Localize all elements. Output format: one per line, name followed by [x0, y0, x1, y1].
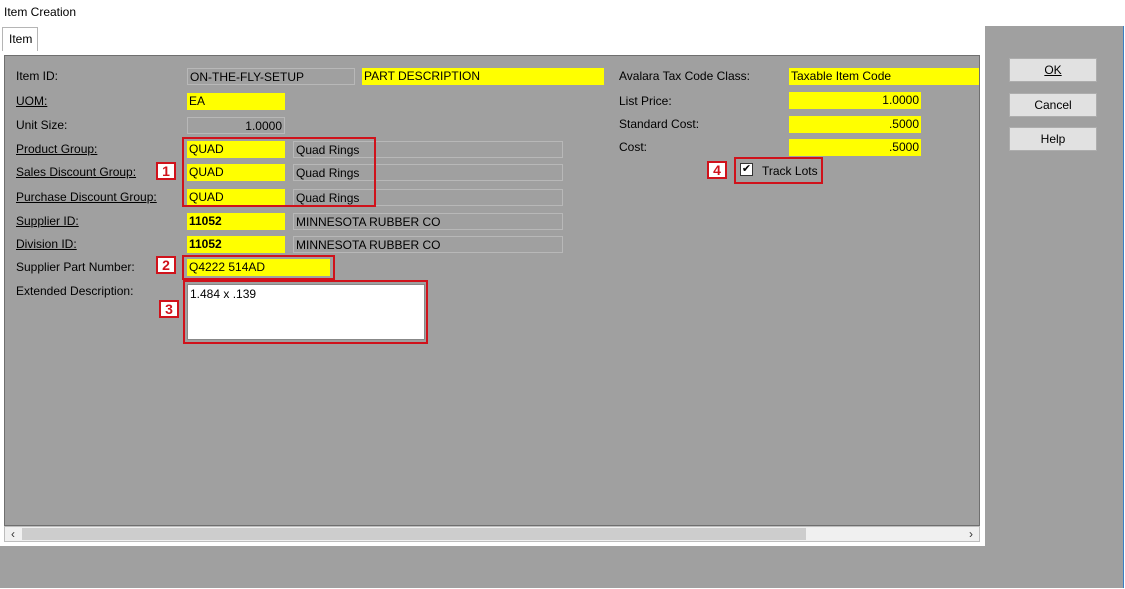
avalara-tax-code-class-label: Avalara Tax Code Class:: [619, 69, 750, 83]
callout-1: 1: [156, 162, 176, 180]
cancel-button[interactable]: Cancel: [1009, 93, 1097, 117]
avalara-tax-code-class-field[interactable]: Taxable Item Code: [789, 68, 979, 85]
purchase-discount-group-label[interactable]: Purchase Discount Group:: [16, 190, 157, 204]
horizontal-scrollbar[interactable]: ‹ ›: [4, 526, 980, 542]
division-id-label[interactable]: Division ID:: [16, 237, 77, 251]
uom-label[interactable]: UOM:: [16, 94, 47, 108]
standard-cost-label: Standard Cost:: [619, 117, 700, 131]
tab-item[interactable]: Item: [2, 27, 38, 51]
unit-size-field: 1.0000: [187, 117, 285, 134]
tab-strip: [0, 26, 985, 51]
part-description-field[interactable]: PART DESCRIPTION: [362, 68, 604, 85]
list-price-field[interactable]: 1.0000: [789, 92, 921, 109]
tab-item-label: Item: [9, 32, 33, 46]
title-bar: Item Creation: [0, 0, 1125, 26]
callout-3: 3: [159, 300, 179, 318]
item-id-label: Item ID:: [16, 69, 59, 83]
ok-button-label: OK: [1044, 63, 1062, 77]
uom-field[interactable]: EA: [187, 93, 285, 110]
product-group-label[interactable]: Product Group:: [16, 142, 97, 156]
annotation-box-2: [182, 255, 335, 280]
chevron-right-icon[interactable]: ›: [963, 527, 979, 541]
callout-2: 2: [156, 256, 176, 274]
item-id-field: ON-THE-FLY-SETUP: [187, 68, 355, 85]
window-title: Item Creation: [4, 5, 77, 19]
sales-discount-group-label[interactable]: Sales Discount Group:: [16, 165, 136, 179]
supplier-id-field[interactable]: 11052: [187, 213, 285, 230]
cost-field[interactable]: .5000: [789, 139, 921, 156]
cost-label: Cost:: [619, 140, 648, 154]
supplier-id-label[interactable]: Supplier ID:: [16, 214, 79, 228]
ok-button[interactable]: OK: [1009, 58, 1097, 82]
annotation-box-3: [183, 280, 428, 344]
division-id-field[interactable]: 11052: [187, 236, 285, 253]
division-name-field: MINNESOTA RUBBER CO: [293, 236, 563, 253]
unit-size-label: Unit Size:: [16, 118, 68, 132]
extended-description-label: Extended Description:: [16, 284, 134, 298]
annotation-box-4: [734, 157, 823, 184]
supplier-part-number-label: Supplier Part Number:: [16, 260, 135, 274]
annotation-box-1: [182, 137, 376, 207]
chevron-left-icon[interactable]: ‹: [5, 527, 21, 541]
cancel-button-label: Cancel: [1034, 98, 1072, 112]
help-button-label: Help: [1040, 132, 1066, 146]
standard-cost-field[interactable]: .5000: [789, 116, 921, 133]
help-button[interactable]: Help: [1009, 127, 1097, 151]
bottom-strip: [0, 546, 1123, 588]
scroll-thumb[interactable]: [22, 528, 806, 540]
callout-4: 4: [707, 161, 727, 179]
supplier-name-field: MINNESOTA RUBBER CO: [293, 213, 563, 230]
list-price-label: List Price:: [619, 94, 672, 108]
